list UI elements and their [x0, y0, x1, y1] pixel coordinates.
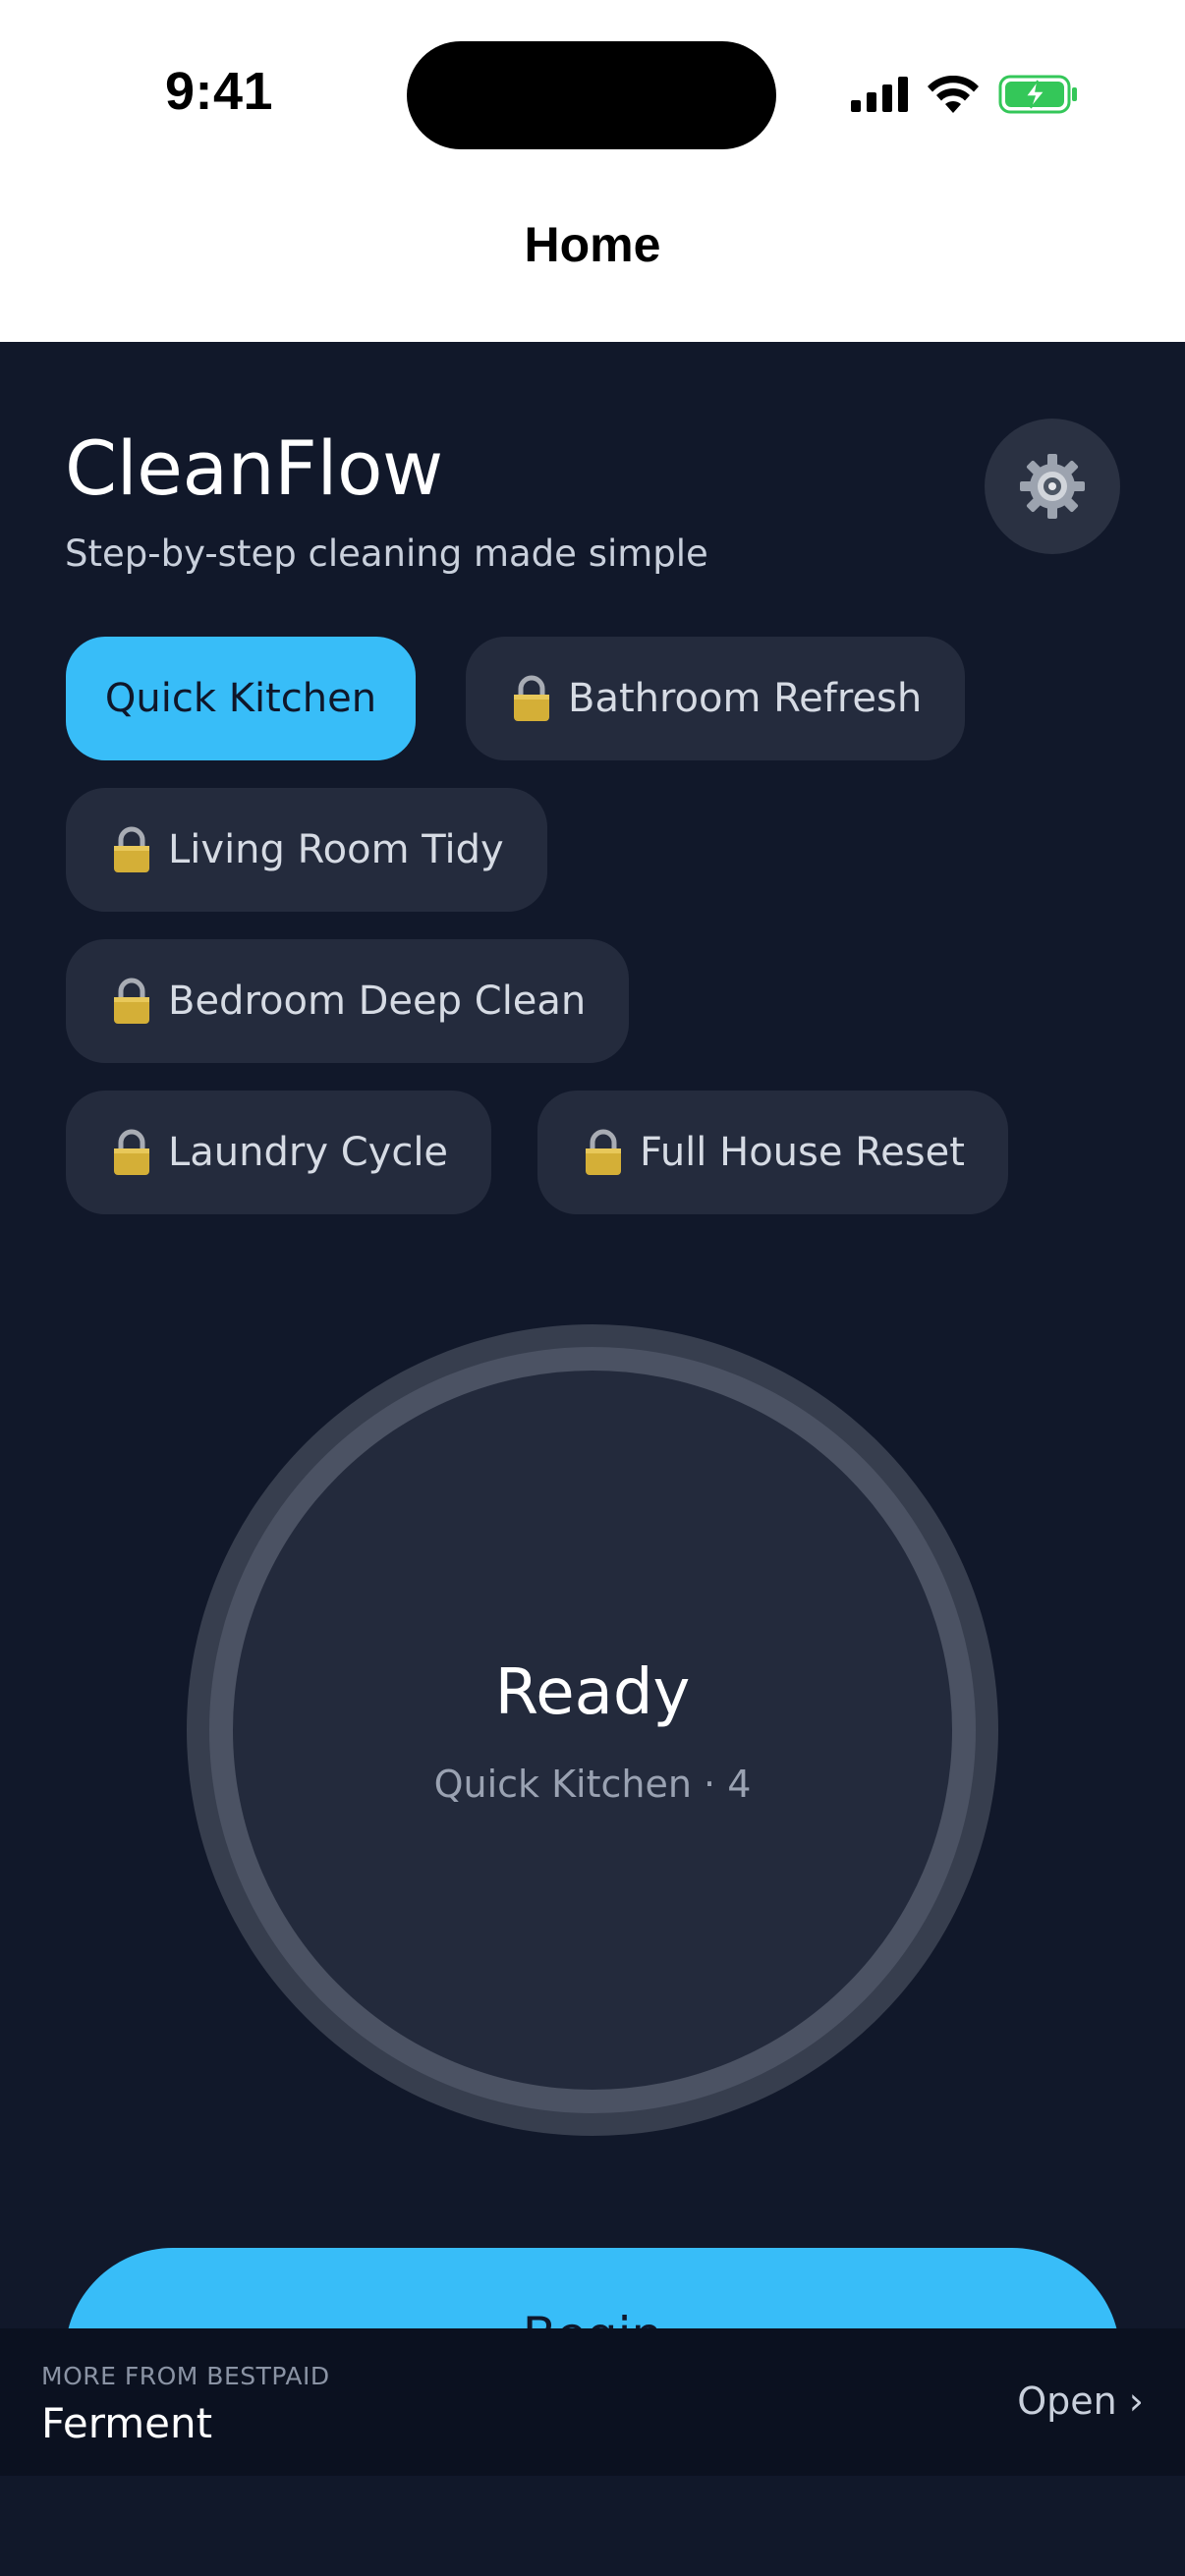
lock-icon [114, 978, 149, 1024]
promo-open-link[interactable]: Open › [1017, 2380, 1144, 2423]
routine-chip-quick-kitchen[interactable]: Quick Kitchen [66, 637, 416, 760]
routine-chip-label: Bedroom Deep Clean [168, 979, 587, 1024]
cellular-signal-icon [851, 77, 908, 112]
routine-chip-living-room-tidy[interactable]: Living Room Tidy [66, 788, 547, 912]
ios-header: 9:41 Home [0, 0, 1185, 342]
routine-chip-label: Full House Reset [640, 1130, 965, 1175]
battery-charging-icon [998, 75, 1077, 114]
status-time: 9:41 [165, 62, 274, 121]
routine-chip-label: Bathroom Refresh [568, 676, 923, 721]
timer-status: Ready [494, 1656, 691, 1729]
lock-icon [586, 1129, 621, 1175]
routine-chip-laundry-cycle[interactable]: Laundry Cycle [66, 1091, 492, 1214]
wifi-icon [928, 76, 979, 113]
dynamic-island [407, 41, 776, 149]
routine-chip-label: Quick Kitchen [104, 676, 377, 721]
timer-subtitle: Quick Kitchen · 4 [433, 1763, 752, 1806]
gear-icon [1020, 454, 1085, 519]
promo-app-name: Ferment [41, 2399, 213, 2447]
promo-kicker: MORE FROM BESTPAID [41, 2362, 330, 2390]
routine-chip-bedroom-deep-clean[interactable]: Bedroom Deep Clean [66, 939, 630, 1063]
lock-icon [114, 826, 149, 872]
lock-icon [514, 675, 549, 721]
lock-icon [114, 1129, 149, 1175]
routine-chip-bathroom-refresh[interactable]: Bathroom Refresh [466, 637, 966, 760]
routine-chip-label: Laundry Cycle [168, 1130, 449, 1175]
settings-button[interactable] [985, 419, 1120, 554]
progress-ring-center [233, 1371, 952, 2090]
nav-title: Home [524, 217, 661, 272]
routine-chip-full-house-reset[interactable]: Full House Reset [537, 1091, 1008, 1214]
status-icons [851, 75, 1079, 114]
app-title: CleanFlow [65, 424, 443, 512]
app-subtitle: Step-by-step cleaning made simple [65, 532, 708, 575]
routine-chip-label: Living Room Tidy [168, 827, 504, 872]
